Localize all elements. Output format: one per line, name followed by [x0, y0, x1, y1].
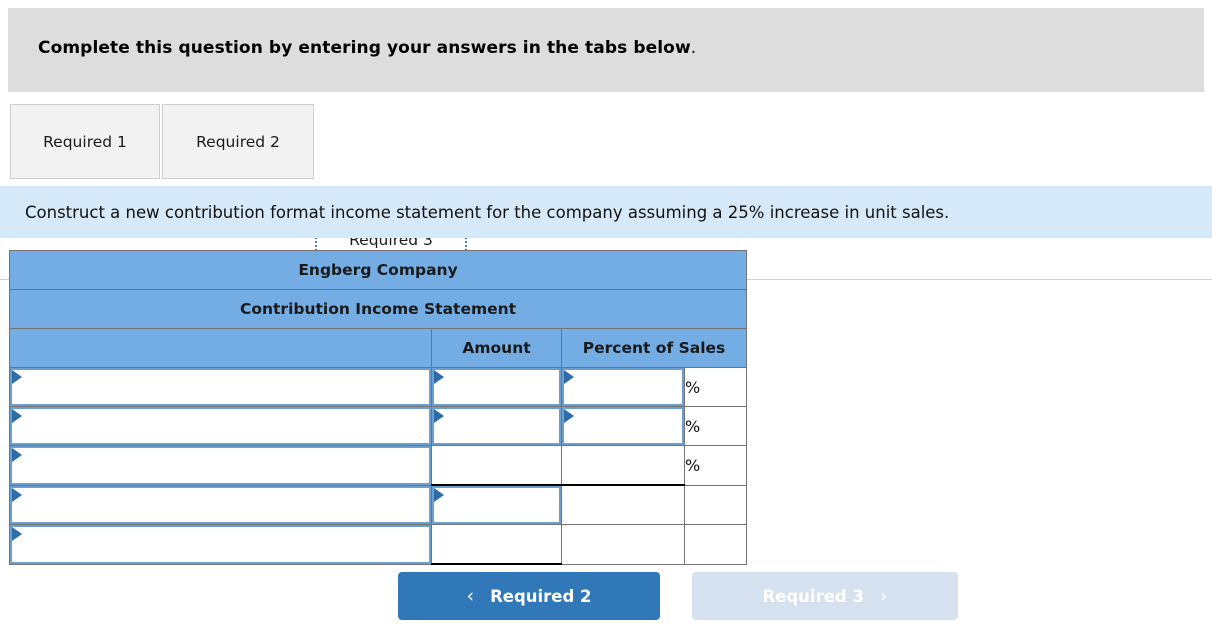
table-row: [9, 524, 748, 565]
dropdown-triangle-icon[interactable]: [12, 527, 22, 541]
dropdown-triangle-icon[interactable]: [12, 370, 22, 384]
contribution-income-statement-table: Engberg Company Contribution Income Stat…: [8, 250, 748, 565]
row-2-percent-cell[interactable]: [561, 406, 685, 446]
row-3-percent-symbol: %: [683, 445, 748, 486]
row-4-amount-cell[interactable]: [431, 484, 562, 525]
tab-required-1[interactable]: Required 1: [10, 104, 160, 179]
row-2-percent-symbol: %: [683, 406, 748, 446]
dropdown-triangle-icon[interactable]: [564, 370, 574, 384]
chevron-right-icon: ›: [879, 584, 888, 607]
tab-bar: Required 1 Required 2 Required 3: [0, 100, 1212, 280]
column-header-label: [9, 328, 432, 368]
question-banner: Complete this question by entering your …: [8, 8, 1204, 92]
table-header-row: Amount Percent of Sales: [9, 328, 748, 368]
table-row: %: [9, 406, 748, 446]
row-5-label-input[interactable]: [10, 525, 431, 564]
column-header-amount: Amount: [431, 328, 562, 368]
row-1-percent-cell[interactable]: [561, 367, 685, 407]
tab-required-2[interactable]: Required 2: [162, 104, 314, 179]
table-row: %: [9, 445, 748, 486]
dropdown-triangle-icon[interactable]: [12, 487, 22, 502]
statement-name-cell: Contribution Income Statement: [8, 289, 748, 329]
tab-required-2-label: Required 2: [196, 132, 280, 151]
row-4-percent-symbol: [683, 484, 748, 525]
previous-button-label: Required 2: [490, 586, 592, 606]
dropdown-triangle-icon[interactable]: [564, 409, 574, 423]
dropdown-triangle-icon[interactable]: [434, 370, 444, 384]
row-4-percent-cell[interactable]: [561, 484, 685, 525]
table-subtitle-row: Contribution Income Statement: [8, 289, 748, 329]
row-1-amount-input[interactable]: [432, 368, 561, 406]
row-5-percent-cell[interactable]: [561, 524, 685, 565]
next-button-label: Required 3: [762, 586, 864, 606]
banner-heading: Complete this question by entering your …: [38, 38, 696, 58]
instruction-text: Construct a new contribution format inco…: [25, 202, 950, 222]
dropdown-triangle-icon[interactable]: [434, 488, 444, 502]
row-5-percent-symbol: [683, 524, 748, 565]
row-4-amount-input[interactable]: [432, 486, 561, 524]
row-2-percent-input[interactable]: [562, 407, 684, 445]
row-3-percent-cell[interactable]: [561, 445, 685, 486]
row-4-label-input[interactable]: [10, 485, 431, 524]
row-2-amount-input[interactable]: [432, 407, 561, 445]
banner-heading-text: Complete this question by entering your …: [38, 38, 691, 58]
row-3-label-cell[interactable]: [9, 445, 432, 486]
row-3-amount-cell[interactable]: [431, 445, 562, 486]
column-header-percent-of-sales: Percent of Sales: [560, 328, 748, 368]
row-5-label-cell[interactable]: [9, 524, 432, 565]
tab-required-1-label: Required 1: [43, 132, 127, 151]
table-row: %: [9, 367, 748, 407]
row-1-amount-cell[interactable]: [431, 367, 562, 407]
table-title-row: Engberg Company: [8, 250, 748, 290]
row-2-label-input[interactable]: [10, 407, 431, 445]
chevron-left-icon: ‹: [466, 584, 475, 607]
instruction-bar: Construct a new contribution format inco…: [0, 186, 1212, 238]
row-5-amount-cell[interactable]: [431, 524, 562, 565]
dropdown-triangle-icon[interactable]: [12, 409, 22, 423]
company-name-cell: Engberg Company: [8, 250, 748, 290]
row-1-label-input[interactable]: [10, 368, 431, 406]
dropdown-triangle-icon[interactable]: [12, 448, 22, 462]
row-1-percent-symbol: %: [683, 367, 748, 407]
row-1-label-cell[interactable]: [9, 367, 432, 407]
row-2-amount-cell[interactable]: [431, 406, 562, 446]
banner-heading-period: .: [690, 38, 697, 58]
row-3-label-input[interactable]: [10, 446, 431, 485]
navigation-bar: ‹ Required 2 Required 3 ›: [0, 572, 1212, 624]
row-2-label-cell[interactable]: [9, 406, 432, 446]
dropdown-triangle-icon[interactable]: [434, 409, 444, 423]
next-required-3-button[interactable]: Required 3 ›: [692, 572, 958, 620]
previous-required-2-button[interactable]: ‹ Required 2: [398, 572, 660, 620]
row-4-label-cell[interactable]: [9, 484, 432, 525]
table-row: [9, 484, 748, 525]
row-1-percent-input[interactable]: [562, 368, 684, 406]
